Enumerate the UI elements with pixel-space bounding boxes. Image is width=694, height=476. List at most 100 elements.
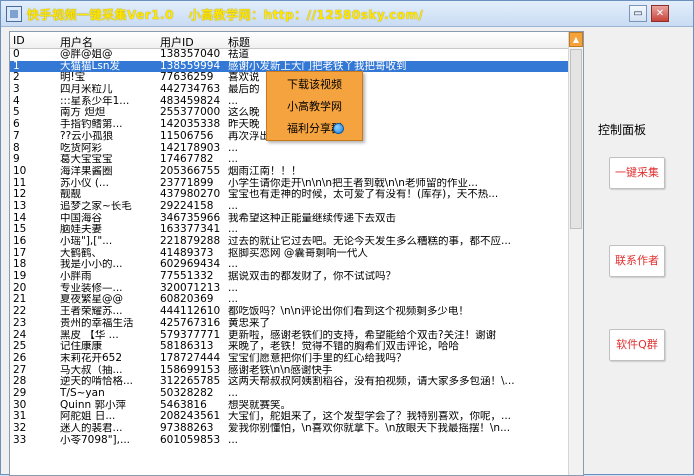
- table-row[interactable]: 15 脑娃夫妻 163377341...: [10, 224, 570, 236]
- row-username: 我是小小的...: [60, 259, 123, 271]
- row-userid: 255377000: [160, 107, 221, 119]
- row-userid: 17467782: [160, 154, 214, 166]
- table-row[interactable]: 0 @胖@姐@ 138357040 祛道: [10, 49, 570, 61]
- table-row[interactable]: 11 苏小仪 (... 23771899 小学生请你走开\n\n\n把王者到戟\n\n…: [10, 178, 570, 190]
- vertical-scrollbar[interactable]: ▲: [568, 32, 583, 475]
- row-id: 12: [13, 189, 27, 201]
- row-title: 宝宝们愿意把你们手里的红心给我吗？: [228, 352, 407, 364]
- row-username: :::星系少年1...: [60, 95, 130, 107]
- row-id: 15: [13, 224, 27, 236]
- row-title: 感谢老铁\n\n感谢快手: [228, 364, 333, 376]
- row-username: 贵州的幸福生活: [60, 317, 134, 329]
- row-userid: 5463816: [160, 399, 207, 411]
- column-header-title[interactable]: 标题: [228, 34, 250, 50]
- table-row[interactable]: 20 专业装修—... 320071213...: [10, 283, 570, 295]
- row-username: 迷人的裴君...: [60, 423, 123, 434]
- row-userid: 77551332: [160, 271, 214, 283]
- row-username: 阿舵姐 日...: [60, 411, 116, 423]
- table-row[interactable]: 29 T/S~yan 50328282...: [10, 388, 570, 400]
- row-userid: 142035338: [160, 119, 221, 131]
- row-username: 葛大宝宝宝: [60, 154, 113, 166]
- row-username: 末莉花开652: [60, 352, 123, 364]
- list-header: ID 用户名 用户ID 标题: [10, 32, 570, 49]
- row-username: T/S~yan: [60, 387, 105, 399]
- row-username: ??云小孤狼: [60, 130, 114, 142]
- scroll-up-arrow-icon[interactable]: ▲: [569, 32, 583, 47]
- row-userid: 138559994: [160, 60, 221, 72]
- row-id: 20: [13, 282, 27, 294]
- row-userid: 425767316: [160, 317, 221, 329]
- table-row[interactable]: 27 马大叔（抽... 158699153 感谢老铁\n\n感谢快手: [10, 365, 570, 377]
- menu-item-download-video[interactable]: 下载该视频: [267, 74, 362, 96]
- row-userid: 97388263: [160, 423, 214, 434]
- table-row[interactable]: 9 葛大宝宝宝 17467782...: [10, 154, 570, 166]
- table-row[interactable]: 17 大鹤鹤、 41489373 抠脚买恋网 @囊哥剩响一代人: [10, 248, 570, 260]
- minimize-button[interactable]: ▭: [629, 5, 647, 22]
- menu-item-teaching-site[interactable]: 小高教学网: [267, 96, 362, 118]
- row-id: 6: [13, 119, 20, 131]
- table-row[interactable]: 10 海洋果酱圈 205366755 烟雨江南！！！: [10, 166, 570, 178]
- row-username: 马大叔（抽...: [60, 364, 123, 376]
- row-userid: 320071213: [160, 282, 221, 294]
- column-header-username[interactable]: 用户名: [60, 34, 93, 50]
- table-row[interactable]: 16 小瑶"],["... 221879288 过去的就让它过去吧。无论今天发生多么糟…: [10, 236, 570, 248]
- close-button[interactable]: ✕: [651, 5, 669, 22]
- table-row[interactable]: 33 小苓7098"],... 601059853...: [10, 435, 570, 447]
- table-row[interactable]: 25 记住康康 58186313 来晚了，老铁！觉得不错的胸希们双击评论，哈哈: [10, 341, 570, 353]
- row-title: ...: [228, 387, 239, 399]
- row-title: 想哭就赛笑。: [228, 399, 291, 411]
- contact-author-button[interactable]: 联系作者: [609, 245, 665, 277]
- site-url: 小高教学网：http：//12580sky.com/: [188, 8, 424, 22]
- row-title: ...: [228, 282, 239, 294]
- row-username: 专业装修—...: [60, 282, 123, 294]
- row-username: 大猫猫Lsn发: [60, 60, 120, 72]
- row-id: 29: [13, 387, 27, 399]
- context-menu: 下载该视频 小高教学网 福利分享群: [266, 71, 363, 141]
- table-row[interactable]: 13 追梦之家~长毛 29224158...: [10, 201, 570, 213]
- row-username: 夏夜繁星@@: [60, 294, 123, 306]
- row-id: 23: [13, 317, 27, 329]
- table-row[interactable]: 22 王者荣耀苏... 444112610 都吃饭吗？\n\n评论出你们看到这个视频剩…: [10, 306, 570, 318]
- row-username: 吃货阿彩: [60, 142, 102, 154]
- row-title: 都吃饭吗？\n\n评论出你们看到这个视频剩多少电！: [228, 306, 469, 318]
- row-title: 据说双击的都发财了，你不试试吗？: [228, 271, 396, 283]
- row-userid: 158699153: [160, 364, 221, 376]
- software-qq-group-button[interactable]: 软件Q群: [609, 329, 665, 361]
- row-username: 逆天的啃恰格...: [60, 376, 134, 388]
- menu-item-share-group[interactable]: 福利分享群: [267, 118, 362, 140]
- table-row[interactable]: 12 靓靓 437980270 宝宝也有走神的时候，太可爱了有没有！(库存)，天不热.…: [10, 189, 570, 201]
- row-username: 海洋果酱圈: [60, 165, 113, 177]
- table-row[interactable]: 31 阿舵姐 日... 208243561 大宝们，舵姐来了，这个发型学会了？我特别喜…: [10, 411, 570, 423]
- title-bar[interactable]: 快手视频一键采集Ver1.0 小高教学网：http：//12580sky.com…: [1, 1, 693, 27]
- row-title: 宝宝也有走神的时候，太可爱了有没有！(库存)，天不热...: [228, 189, 499, 201]
- table-row[interactable]: 28 逆天的啃恰格... 312265785 这两天帮叔叔阿姨割稻谷，没有拍视频，请大…: [10, 376, 570, 388]
- table-row[interactable]: 32 迷人的裴君... 97388263 爱我你别懂怕，\n喜欢你就拿下。\n放眼天下…: [10, 423, 570, 435]
- row-userid: 602969434: [160, 259, 221, 271]
- row-id: 0: [13, 49, 20, 60]
- table-row[interactable]: 26 末莉花开652 178727444 宝宝们愿意把你们手里的红心给我吗？: [10, 353, 570, 365]
- one-click-collect-button[interactable]: 一键采集: [609, 157, 665, 189]
- table-row[interactable]: 23 贵州的幸福生活 425767316 黄忠来了: [10, 318, 570, 330]
- scroll-thumb[interactable]: [570, 49, 582, 229]
- row-id: 28: [13, 376, 27, 388]
- row-username: @胖@姐@: [60, 49, 113, 60]
- table-row[interactable]: 19 小胖雨 77551332 据说双击的都发财了，你不试试吗？: [10, 271, 570, 283]
- table-row[interactable]: 30 Quinn 郭小萍 5463816 想哭就赛笑。: [10, 400, 570, 412]
- row-userid: 77636259: [160, 72, 214, 84]
- row-id: 13: [13, 200, 27, 212]
- column-header-userid[interactable]: 用户ID: [160, 34, 194, 50]
- table-row[interactable]: 21 夏夜繁星@@ 60820369...: [10, 294, 570, 306]
- row-username: 小胖雨: [60, 271, 92, 283]
- table-row[interactable]: 14 中国海谷 346735966 我希望这种正能量继续传递下去双击: [10, 213, 570, 225]
- table-row[interactable]: 8 吃货阿彩 142178903...: [10, 143, 570, 155]
- row-id: 8: [13, 142, 20, 154]
- table-row[interactable]: 24 黑皮 【华 ... 579377771 更新啦，感谢老铁们的支持，希望能给个双击…: [10, 330, 570, 342]
- row-userid: 442734763: [160, 84, 221, 96]
- row-id: 30: [13, 399, 27, 411]
- column-header-id[interactable]: ID: [13, 34, 25, 47]
- row-username: 小苓7098"],...: [60, 434, 130, 446]
- row-userid: 11506756: [160, 130, 214, 142]
- table-row[interactable]: 18 我是小小的... 602969434...: [10, 259, 570, 271]
- row-userid: 163377341: [160, 224, 221, 236]
- row-id: 9: [13, 154, 20, 166]
